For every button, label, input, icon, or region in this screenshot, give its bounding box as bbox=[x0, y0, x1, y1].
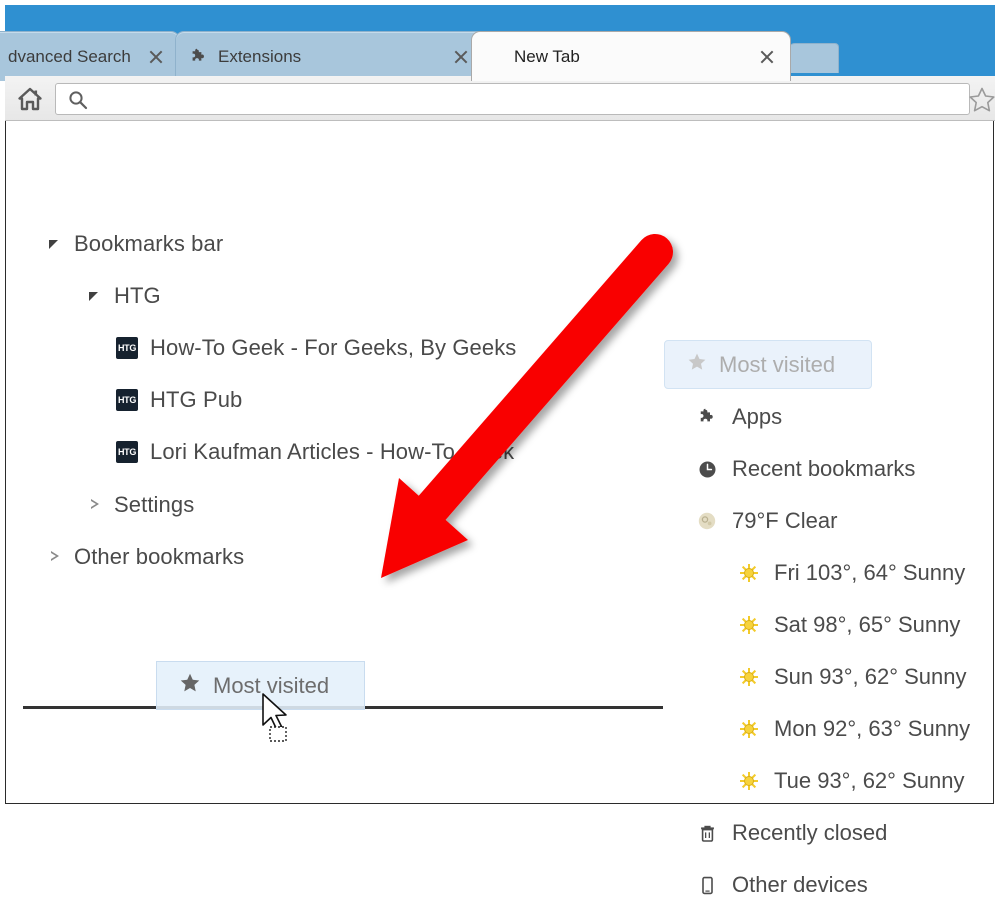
close-icon[interactable] bbox=[450, 46, 472, 68]
puzzle-icon bbox=[694, 408, 720, 427]
tab-label: New Tab bbox=[514, 47, 756, 67]
tree-item-how-to-geek[interactable]: HTG How-To Geek - For Geeks, By Geeks bbox=[116, 325, 516, 371]
tree-item-htg[interactable]: HTG bbox=[86, 273, 161, 319]
panel-item-recent-bookmarks[interactable]: Recent bookmarks bbox=[664, 447, 915, 491]
close-icon[interactable] bbox=[145, 46, 167, 68]
panel-item-label: Recently closed bbox=[732, 820, 887, 846]
panel-item-forecast-sat[interactable]: Sat 98°, 65° Sunny bbox=[664, 603, 960, 647]
tab-advanced-search[interactable]: dvanced Search bbox=[0, 31, 180, 81]
tab-label: Extensions bbox=[218, 47, 450, 67]
sun-icon bbox=[736, 616, 762, 634]
sun-icon bbox=[736, 772, 762, 790]
tree-item-label: Bookmarks bar bbox=[74, 231, 223, 257]
htg-favicon-icon: HTG bbox=[116, 337, 138, 359]
panel-item-label: Tue 93°, 62° Sunny bbox=[774, 768, 964, 794]
arrow-drag-cursor bbox=[261, 693, 309, 754]
panel-item-label: Fri 103°, 64° Sunny bbox=[774, 560, 965, 586]
tree-item-label: HTG bbox=[114, 283, 161, 309]
tree-item-label: HTG Pub bbox=[150, 387, 242, 413]
star-icon bbox=[179, 672, 201, 699]
panel-item-other-devices[interactable]: Other devices bbox=[664, 863, 868, 907]
tree-item-settings[interactable]: Settings bbox=[86, 482, 194, 528]
panel-item-label: Mon 92°, 63° Sunny bbox=[774, 716, 970, 742]
tree-item-label: Lori Kaufman Articles - How-To Geek bbox=[150, 439, 514, 465]
star-icon bbox=[687, 352, 707, 377]
panel-item-forecast-fri[interactable]: Fri 103°, 64° Sunny bbox=[664, 551, 965, 595]
tree-item-label: How-To Geek - For Geeks, By Geeks bbox=[150, 335, 516, 361]
panel-item-current-weather[interactable]: 79°F Clear bbox=[664, 499, 837, 543]
trash-icon bbox=[694, 824, 720, 843]
panel-item-forecast-sun[interactable]: Sun 93°, 62° Sunny bbox=[664, 655, 967, 699]
tree-item-other-bookmarks[interactable]: Other bookmarks bbox=[46, 534, 244, 580]
home-icon[interactable] bbox=[11, 80, 49, 118]
tab-extensions[interactable]: Extensions bbox=[175, 31, 485, 81]
device-icon bbox=[694, 876, 720, 895]
htg-favicon-icon: HTG bbox=[116, 441, 138, 463]
new-tab-button[interactable] bbox=[787, 43, 839, 73]
sun-icon bbox=[736, 668, 762, 686]
chevron-expanded-icon[interactable] bbox=[46, 235, 64, 253]
panel-item-label: Recent bookmarks bbox=[732, 456, 915, 482]
tab-favicon bbox=[486, 48, 504, 66]
puzzle-icon bbox=[190, 48, 208, 66]
panel-item-label: 79°F Clear bbox=[732, 508, 837, 534]
clock-icon bbox=[694, 460, 720, 479]
page-content: Bookmarks bar HTG HTG How-To Geek - For … bbox=[5, 121, 994, 804]
star-outline-icon[interactable] bbox=[967, 85, 997, 115]
htg-favicon-icon: HTG bbox=[116, 389, 138, 411]
panel-item-label: Other devices bbox=[732, 872, 868, 898]
tab-strip: dvanced Search Extensions New Tab bbox=[5, 31, 1000, 81]
panel-item-label: Sun 93°, 62° Sunny bbox=[774, 664, 967, 690]
tree-item-lori-kaufman-articles[interactable]: HTG Lori Kaufman Articles - How-To Geek bbox=[116, 429, 514, 475]
tab-new-tab[interactable]: New Tab bbox=[471, 31, 791, 81]
panel-item-apps[interactable]: Apps bbox=[664, 395, 782, 439]
title-bar: dvanced Search Extensions New Tab bbox=[0, 0, 1000, 76]
search-icon bbox=[68, 90, 88, 115]
address-bar[interactable] bbox=[55, 83, 970, 115]
chevron-collapsed-icon[interactable] bbox=[86, 496, 104, 514]
browser-window: dvanced Search Extensions New Tab bbox=[0, 0, 1000, 809]
chevron-expanded-icon[interactable] bbox=[86, 287, 104, 305]
tree-item-bookmarks-bar[interactable]: Bookmarks bar bbox=[46, 221, 223, 267]
tree-item-label: Other bookmarks bbox=[74, 544, 244, 570]
moon-icon bbox=[694, 511, 720, 531]
panel-item-label: Sat 98°, 65° Sunny bbox=[774, 612, 960, 638]
panel-item-label: Most visited bbox=[719, 352, 835, 378]
tab-label: dvanced Search bbox=[8, 47, 145, 67]
panel-item-forecast-tue[interactable]: Tue 93°, 62° Sunny bbox=[664, 759, 964, 803]
panel-item-forecast-mon[interactable]: Mon 92°, 63° Sunny bbox=[664, 707, 970, 751]
sun-icon bbox=[736, 564, 762, 582]
panel-item-most-visited[interactable]: Most visited bbox=[664, 340, 872, 389]
tree-item-htg-pub[interactable]: HTG HTG Pub bbox=[116, 377, 242, 423]
panel-item-label: Apps bbox=[732, 404, 782, 430]
panel-item-recently-closed[interactable]: Recently closed bbox=[664, 811, 887, 855]
sun-icon bbox=[736, 720, 762, 738]
browser-toolbar bbox=[5, 76, 995, 121]
tree-item-label: Settings bbox=[114, 492, 194, 518]
chevron-collapsed-icon[interactable] bbox=[46, 548, 64, 566]
close-icon[interactable] bbox=[756, 46, 778, 68]
